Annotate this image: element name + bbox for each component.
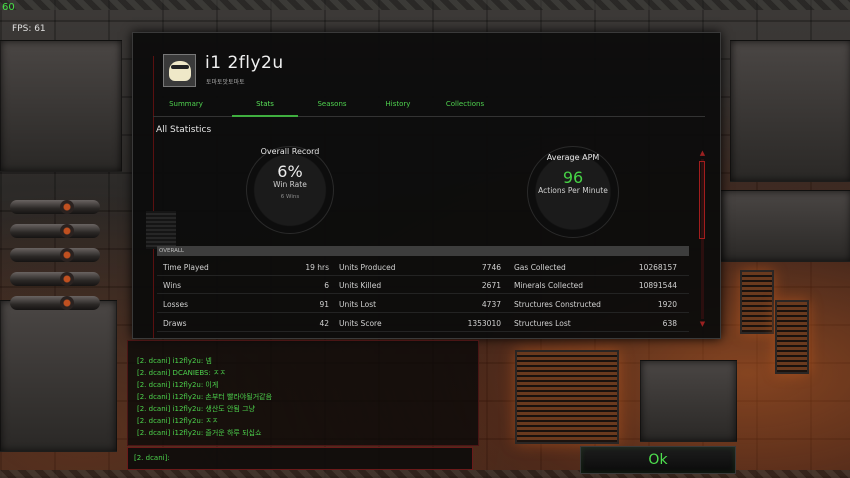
stat-label: Minerals Collected [514, 281, 584, 290]
tab-seasons[interactable]: Seasons [308, 99, 356, 115]
stat-value: 42 [319, 319, 329, 328]
chat-message: [2. dcani] i12fly2u: 이게 [137, 381, 219, 389]
stat-value: 19 hrs [305, 263, 329, 272]
stat-label: Structures Lost [514, 319, 571, 328]
stat-label: Time Played [163, 263, 209, 272]
win-rate-label: Win Rate [273, 180, 307, 189]
player-name: i1 2fly2u [205, 53, 284, 73]
stat-label: Wins [163, 281, 181, 290]
scroll-down-icon[interactable]: ▼ [698, 320, 707, 329]
avatar[interactable] [163, 54, 196, 87]
stat-label: Units Killed [339, 281, 382, 290]
chat-channel-prompt: [2. dcani]: [134, 454, 170, 462]
apm-value: 96 [562, 168, 584, 187]
wins-count-label: 6 Wins [280, 194, 300, 200]
table-row: Losses 91 Units Lost 4737 Structures Con… [157, 295, 689, 313]
tab-history[interactable]: History [374, 99, 422, 115]
stat-label: Draws [163, 319, 187, 328]
stat-label: Units Lost [339, 300, 377, 309]
stat-value: 4737 [481, 300, 501, 309]
stat-value: 6 [324, 281, 329, 290]
chat-message: [2. dcani] DCANIEBS: ㅈㅈ [137, 369, 226, 377]
chat-log: [2. dcani] i12fly2u: 넴 [2. dcani] DCANIE… [127, 340, 479, 446]
table-row: Wins 6 Units Killed 2671 Minerals Collec… [157, 276, 689, 294]
fps-label: FPS: 61 [12, 24, 46, 34]
chat-message: [2. dcani] i12fly2u: 넴 [137, 357, 212, 365]
average-apm-title: Average APM [546, 153, 600, 162]
section-title: All Statistics [156, 125, 212, 135]
tab-stats[interactable]: Stats [232, 99, 298, 117]
stat-value: 7746 [481, 263, 501, 272]
stat-label: Losses [163, 300, 188, 309]
stat-label: Units Score [339, 319, 382, 328]
stat-label: Units Produced [339, 263, 396, 272]
stats-scrollbar[interactable]: ▲ ▼ [698, 149, 707, 329]
stat-value: 638 [662, 319, 677, 328]
chat-message: [2. dcani] i12fly2u: 손부터 빨라야될거같음 [137, 393, 273, 401]
fps-counter: 60 [2, 2, 15, 13]
win-rate-value: 6% [277, 162, 303, 181]
scroll-up-icon[interactable]: ▲ [698, 149, 707, 158]
scroll-thumb[interactable] [699, 161, 705, 239]
table-row: Time Played 19 hrs Units Produced 7746 G… [157, 258, 689, 276]
decorative-grille [146, 211, 176, 249]
stat-value: 1353010 [467, 319, 501, 328]
avatar-portrait-icon [168, 60, 191, 81]
profile-window: i1 2fly2u 토마토맛토마토 Summary Stats Seasons … [132, 32, 721, 339]
ok-button[interactable]: Ok [580, 446, 736, 474]
tab-collections[interactable]: Collections [433, 99, 497, 115]
stat-value: 10268157 [638, 263, 677, 272]
stat-label: Gas Collected [514, 263, 566, 272]
profile-tabs: Summary Stats Seasons History Collection… [153, 99, 705, 117]
chat-message: [2. dcani] i12fly2u: 생산도 안됨 그냥 [137, 405, 255, 413]
tab-summary[interactable]: Summary [163, 99, 209, 115]
chat-message: [2. dcani] i12fly2u: ㅈㅈ [137, 417, 219, 425]
apm-label: Actions Per Minute [538, 186, 608, 195]
stat-value: 91 [319, 300, 329, 309]
clan-name: 토마토맛토마토 [206, 79, 245, 86]
overall-record-circle: Overall Record 6% Win Rate 6 Wins [246, 146, 334, 234]
chat-input[interactable]: [2. dcani]: [127, 447, 473, 470]
stat-label: Structures Constructed [514, 300, 601, 309]
average-apm-circle: Average APM 96 Actions Per Minute [527, 146, 619, 238]
stat-value: 1920 [657, 300, 677, 309]
table-row: Draws 42 Units Score 1353010 Structures … [157, 314, 689, 332]
chat-message: [2. dcani] i12fly2u: 즐거운 하루 되십쇼 [137, 429, 262, 437]
stat-value: 10891544 [638, 281, 677, 290]
overall-header: OVERALL [157, 246, 689, 256]
stat-value: 2671 [481, 281, 501, 290]
overall-record-title: Overall Record [260, 147, 320, 156]
